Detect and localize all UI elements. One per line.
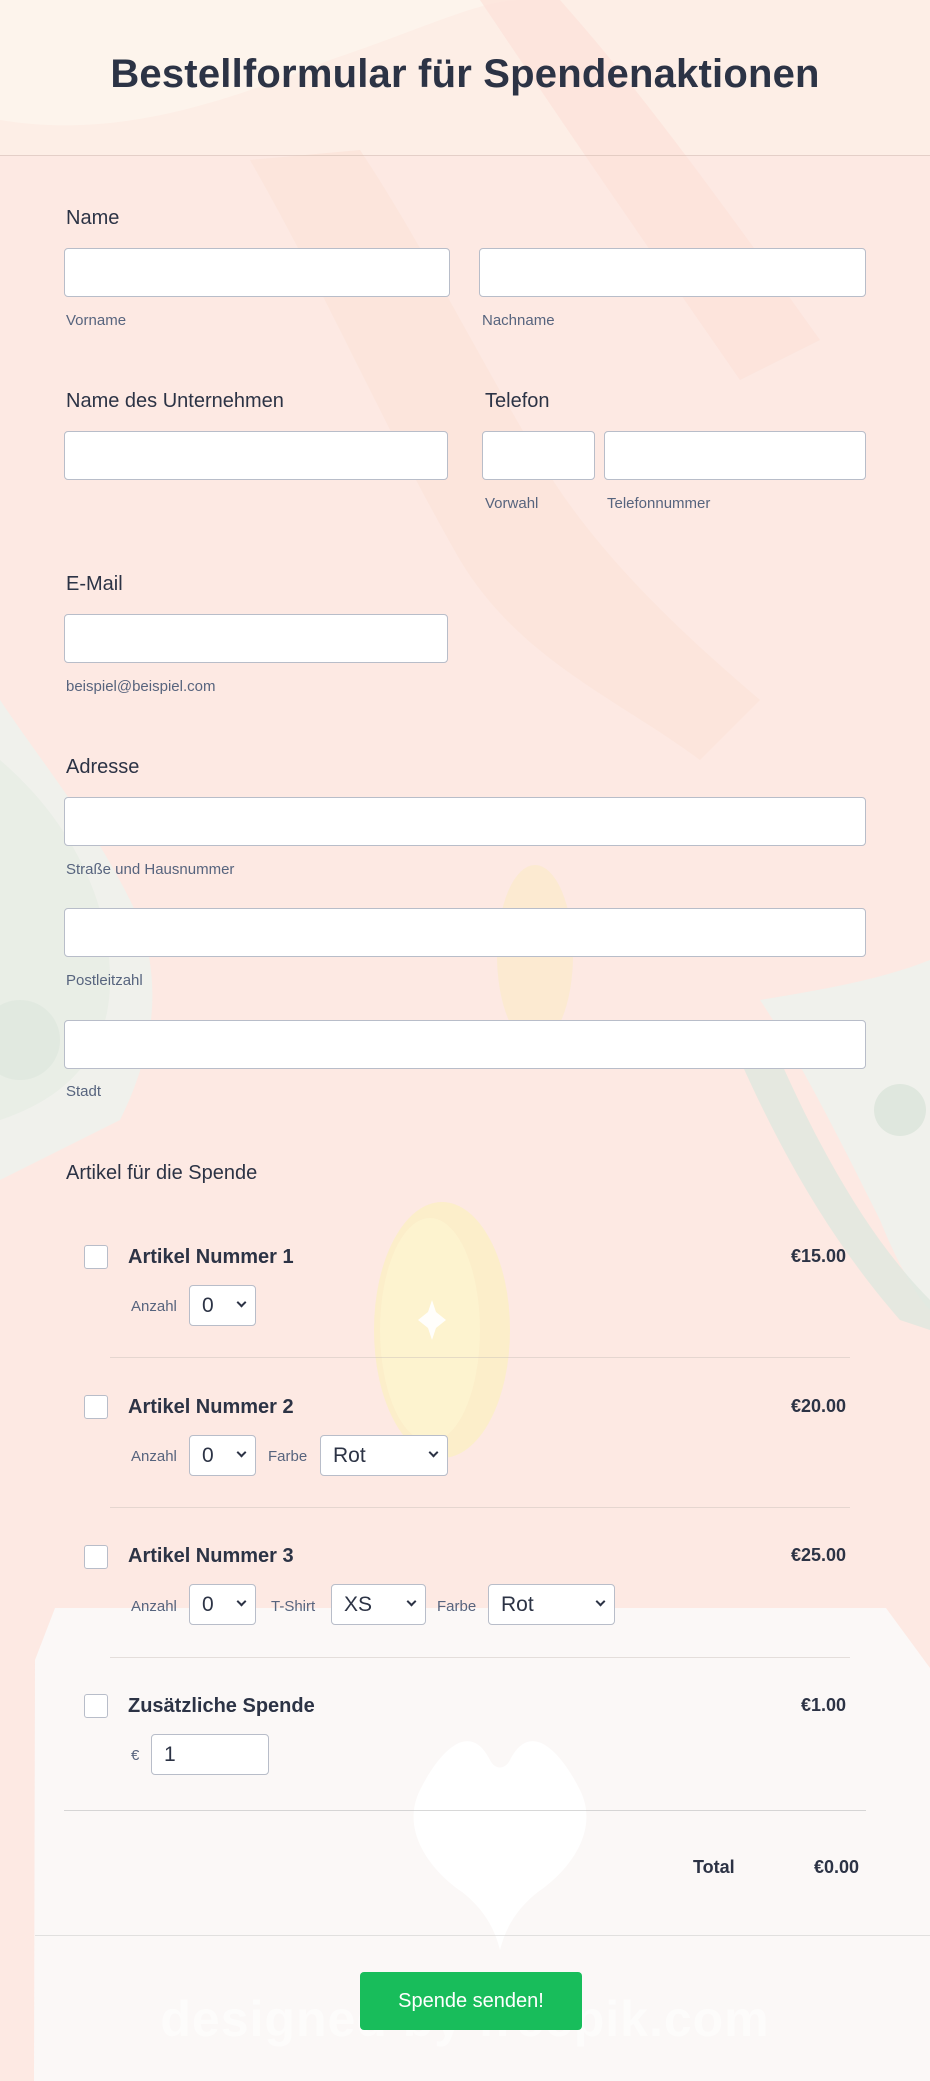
item-divider: [110, 1357, 850, 1358]
item-3-color-label: Farbe: [437, 1598, 477, 1615]
item-2-color-value: Rot: [333, 1444, 366, 1467]
email-label: E-Mail: [66, 573, 123, 595]
donation-price: €1.00: [800, 1695, 846, 1715]
zip-sublabel: Postleitzahl: [66, 972, 143, 989]
phone-number-sublabel: Telefonnummer: [607, 495, 711, 512]
street-input[interactable]: [64, 797, 866, 846]
item-3-size-value: XS: [344, 1593, 373, 1616]
last-name-input[interactable]: [479, 248, 866, 297]
total-value: €0.00: [814, 1857, 860, 1877]
donation-checkbox[interactable]: [84, 1694, 108, 1718]
item-3-color-value: Rot: [501, 1593, 534, 1616]
products-label: Artikel für die Spende: [66, 1162, 258, 1184]
item-2-price: €20.00: [790, 1396, 846, 1416]
item-2-qty-select[interactable]: 0: [189, 1435, 256, 1476]
item-2-checkbox[interactable]: [84, 1395, 108, 1419]
item-3-checkbox[interactable]: [84, 1545, 108, 1569]
footer-divider: [35, 1935, 930, 1936]
first-name-input[interactable]: [64, 248, 450, 297]
donation-amount-input[interactable]: [151, 1734, 269, 1775]
chevron-down-icon: [236, 1447, 247, 1458]
item-3-name: Artikel Nummer 3: [128, 1545, 294, 1567]
area-code-input[interactable]: [482, 431, 595, 480]
phone-label: Telefon: [485, 390, 550, 412]
city-input[interactable]: [64, 1020, 866, 1069]
zip-input[interactable]: [64, 908, 866, 957]
address-label: Adresse: [66, 756, 140, 778]
company-input[interactable]: [64, 431, 448, 480]
total-label: Total: [693, 1857, 735, 1877]
item-1-qty-value: 0: [202, 1294, 214, 1317]
chevron-down-icon: [236, 1596, 247, 1607]
company-label: Name des Unternehmen: [66, 390, 284, 412]
item-3-size-label: T-Shirt: [271, 1598, 316, 1615]
page-title: Bestellformular für Spendenaktionen: [110, 52, 820, 96]
area-code-sublabel: Vorwahl: [485, 495, 539, 512]
chevron-down-icon: [236, 1297, 247, 1308]
item-3-qty-label: Anzahl: [131, 1598, 177, 1615]
item-1-checkbox[interactable]: [84, 1245, 108, 1269]
chevron-down-icon: [406, 1596, 417, 1607]
item-divider: [110, 1657, 850, 1658]
street-sublabel: Straße und Hausnummer: [66, 861, 235, 878]
email-input[interactable]: [64, 614, 448, 663]
item-2-color-label: Farbe: [268, 1448, 308, 1465]
form-header: Bestellformular für Spendenaktionen: [0, 0, 930, 156]
phone-number-input[interactable]: [604, 431, 866, 480]
item-1-price: €15.00: [790, 1246, 846, 1266]
item-1-qty-select[interactable]: 0: [189, 1285, 256, 1326]
item-3-qty-select[interactable]: 0: [189, 1584, 256, 1625]
item-2-color-select[interactable]: Rot: [320, 1435, 448, 1476]
city-sublabel: Stadt: [66, 1083, 102, 1100]
chevron-down-icon: [595, 1596, 606, 1607]
item-3-color-select[interactable]: Rot: [488, 1584, 615, 1625]
item-divider: [110, 1507, 850, 1508]
last-name-sublabel: Nachname: [482, 312, 555, 329]
item-2-qty-value: 0: [202, 1444, 214, 1467]
donation-currency-label: €: [131, 1747, 140, 1764]
first-name-sublabel: Vorname: [66, 312, 127, 329]
name-label: Name: [66, 207, 120, 229]
submit-button[interactable]: Spende senden!: [360, 1972, 582, 2030]
item-1-name: Artikel Nummer 1: [128, 1246, 294, 1268]
email-hint: beispiel@beispiel.com: [66, 678, 216, 695]
item-1-qty-label: Anzahl: [131, 1298, 177, 1315]
total-divider: [64, 1810, 866, 1811]
item-2-name: Artikel Nummer 2: [128, 1396, 294, 1418]
chevron-down-icon: [428, 1447, 439, 1458]
item-3-qty-value: 0: [202, 1593, 214, 1616]
item-2-qty-label: Anzahl: [131, 1448, 177, 1465]
item-3-price: €25.00: [790, 1545, 846, 1565]
order-form: Bestellformular für Spendenaktionen Name…: [0, 0, 930, 2081]
item-3-size-select[interactable]: XS: [331, 1584, 426, 1625]
donation-name: Zusätzliche Spende: [128, 1695, 315, 1717]
